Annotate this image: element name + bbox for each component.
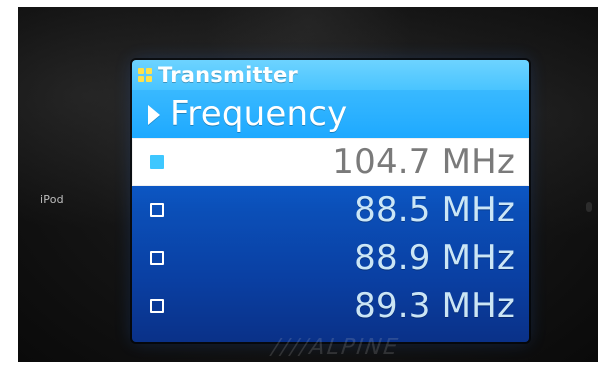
frequency-option[interactable]: 89.3 MHz	[132, 282, 529, 330]
grid-icon-cell	[138, 76, 144, 82]
grid-icon-cell	[138, 68, 144, 74]
frequency-option[interactable]: 88.5 MHz	[132, 186, 529, 234]
checkbox-square-icon	[150, 299, 164, 313]
menu-item-frequency[interactable]: Frequency	[132, 90, 529, 138]
grid-icon	[138, 68, 152, 82]
frequency-value: 88.9 MHz	[354, 238, 515, 278]
grid-icon-cell	[146, 68, 152, 74]
frequency-option[interactable]: 88.9 MHz	[132, 234, 529, 282]
frequency-value: 104.7 MHz	[332, 142, 515, 182]
frequency-value: 88.5 MHz	[354, 190, 515, 230]
screen-title: Transmitter	[158, 62, 298, 87]
frequency-list: 104.7 MHz 88.5 MHz 88.9 MHz 89.3 MHz	[132, 138, 529, 342]
checkbox-square-icon	[150, 203, 164, 217]
brand-logo-text: ////ALPINE	[267, 335, 404, 360]
frequency-option[interactable]: 104.7 MHz	[132, 138, 529, 186]
menu-item-label: Frequency	[170, 94, 348, 134]
title-bar: Transmitter	[132, 60, 529, 90]
play-right-icon	[148, 105, 160, 125]
checkbox-square-icon	[150, 155, 164, 169]
checkbox-square-icon	[150, 251, 164, 265]
side-label-ipod: iPod	[40, 193, 64, 206]
lcd-screen: Transmitter Frequency 104.7 MHz 88.5 MHz…	[132, 60, 529, 342]
head-unit: iPod Transmitter Frequency 104.7 MHz 88.…	[18, 7, 598, 362]
grid-icon-cell	[146, 76, 152, 82]
side-indicator	[586, 202, 592, 212]
photo-frame: iPod Transmitter Frequency 104.7 MHz 88.…	[0, 0, 614, 376]
frequency-value: 89.3 MHz	[354, 286, 515, 326]
